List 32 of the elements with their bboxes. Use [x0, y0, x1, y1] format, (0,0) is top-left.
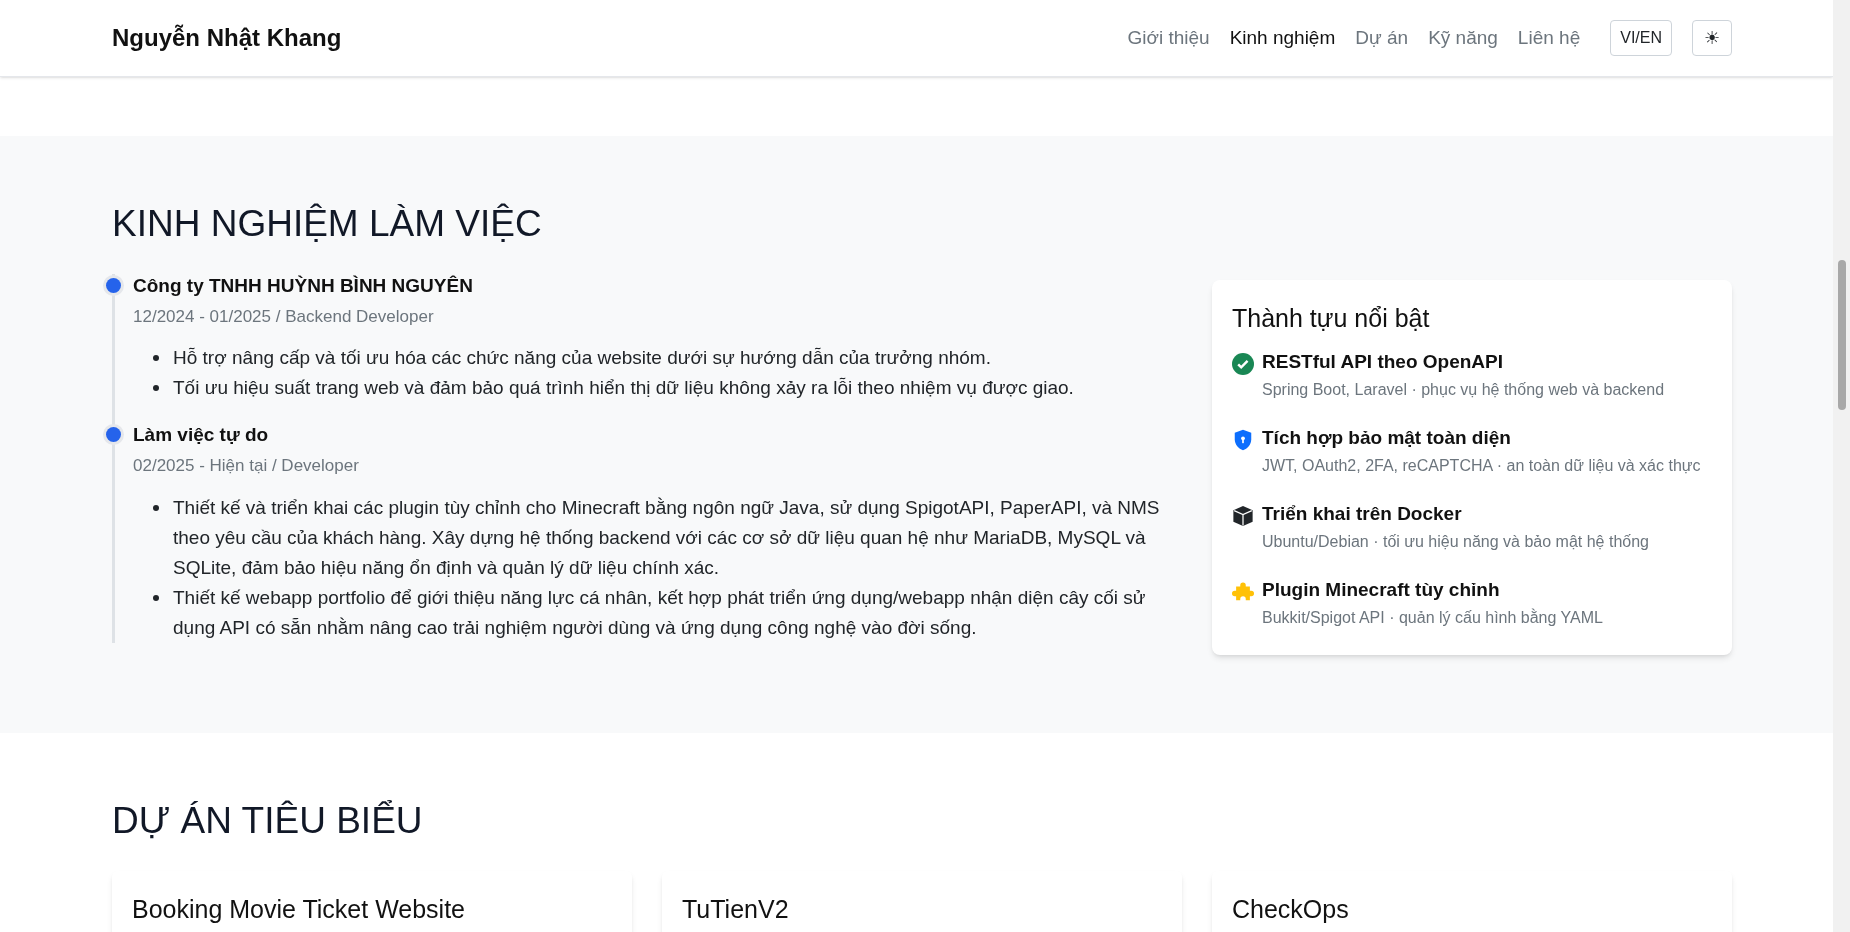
achievement-detail: Ubuntu/Debian · tối ưu hiệu năng và bảo mật hệ thống: [1262, 532, 1649, 552]
project-title: Booking Movie Ticket Website: [132, 893, 467, 925]
language-toggle-button[interactable]: VI/EN: [1610, 20, 1672, 56]
nav-link[interactable]: Kỹ năng: [1428, 23, 1498, 53]
achievement-title: Plugin Minecraft tùy chỉnh: [1262, 578, 1501, 602]
achievement-detail: JWT, OAuth2, 2FA, reCAPTCHA · an toàn dữ liệu và xác thực: [1262, 456, 1701, 476]
job-meta: 12/2024 - 01/2025 / Backend Developer: [133, 305, 435, 328]
job-description: Thiết kế webapp portfolio để giới thiệu năng lực cá nhân, kết hợp phát triển ứng dụng/webapp nhận diện cây cối sử dụng API có sẵn nhằm nâng cao trải nghiệm người dùng và ứng dụng công nghệ vào đời sống.: [173, 586, 1146, 638]
job-description: Tối ưu hiệu suất trang web và đảm bảo quá trình hiển thị dữ liệu không xảy ra lỗi theo nhiệm vụ được giao.: [173, 377, 1074, 398]
project-title: CheckOps: [1232, 893, 1350, 925]
nav-link[interactable]: Dự án: [1355, 23, 1409, 53]
job-meta: 02/2025 - Hiện tại / Developer: [133, 455, 360, 477]
company-name: Làm việc tự do: [133, 423, 270, 447]
achievement-title: RESTful API theo OpenAPI: [1262, 350, 1505, 374]
scrollbar[interactable]: [1833, 0, 1850, 932]
nav-link[interactable]: Giới thiệu: [1127, 23, 1210, 53]
card-heading: Thành tựu nổi bật: [1232, 302, 1431, 334]
job-description: Hỗ trợ nâng cấp và tối ưu hóa các chức năng của website dưới sự hướng dẫn của trưởng nhóm.: [173, 347, 991, 368]
nav-link[interactable]: Kinh nghiệm: [1229, 23, 1336, 53]
achievement-title: Triển khai trên Docker: [1262, 502, 1463, 526]
section-heading: KINH NGHIỆM LÀM VIỆC: [112, 202, 543, 246]
achievement-title: Tích hợp bảo mật toàn diện: [1262, 426, 1512, 450]
company-name: Công ty TNHH HUỲNH BÌNH NGUYÊN: [133, 273, 474, 298]
achievement-detail: Spring Boot, Laravel · phục vụ hệ thống web và backend: [1262, 380, 1665, 400]
scrollbar-thumb[interactable]: [1837, 260, 1846, 410]
achievement-detail: Bukkit/Spigot API · quản lý cấu hình bằng YAML: [1262, 607, 1603, 628]
section-heading: DỰ ÁN TIÊU BIỂU: [112, 799, 424, 843]
theme-toggle-button[interactable]: ☀: [1692, 20, 1732, 56]
project-title: TuTienV2: [682, 893, 790, 925]
job-description: Thiết kế và triển khai các plugin tùy chỉnh cho Minecraft bằng ngôn ngữ Java, sử dụng SpigotAPI, PaperAPI, và NMS theo yêu cầu của khách hàng. Xây dựng hệ thống backend với các cơ sở dữ liệu quan hệ như MariaDB, MySQL và SQLite, đảm bảo hiệu năng ổn định và quản lý dữ liệu chính xác.: [173, 496, 1160, 578]
nav-link[interactable]: Liên hệ: [1517, 23, 1581, 53]
brand-name[interactable]: Nguyễn Nhật Khang: [112, 20, 342, 56]
